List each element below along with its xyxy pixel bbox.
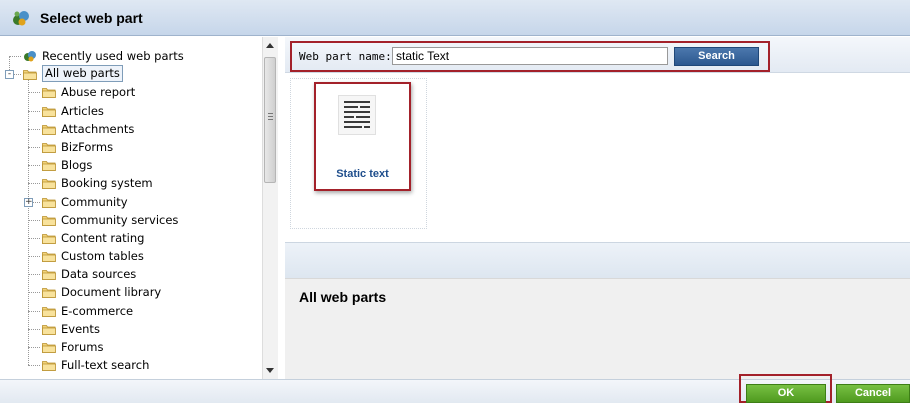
search-button[interactable]: Search [674, 47, 759, 66]
tree-connector-line [28, 165, 40, 167]
tree-item-label: E-commerce [61, 303, 134, 318]
search-bar: Web part name: Search [285, 37, 910, 73]
panel-divider[interactable] [285, 242, 910, 278]
tree-item-label: Recently used web parts [42, 49, 184, 63]
expand-toggle-icon[interactable]: + [24, 197, 33, 207]
tree-connector-line [28, 256, 40, 258]
folder-icon [42, 161, 56, 172]
folder-icon [42, 361, 56, 372]
webpart-category-tree-panel: Recently used web parts - All web parts Abu… [0, 37, 278, 379]
tree-connector-line [28, 310, 40, 312]
tree-connector-line [28, 347, 40, 348]
tree-item-community[interactable]: + Community [6, 193, 262, 211]
folder-icon [42, 88, 56, 99]
tree-item-abuse-report[interactable]: Abuse report [6, 83, 262, 101]
tree-connector-line [28, 92, 40, 94]
tree-connector-line [28, 128, 40, 130]
results-grid: Static text [290, 78, 427, 229]
tree-item-label: Full-text search [61, 358, 150, 373]
folder-icon [23, 70, 37, 81]
ok-button[interactable]: OK [746, 384, 826, 403]
dialog-titlebar: Select web part [0, 0, 910, 36]
tree-connector-line [28, 292, 40, 294]
tree-item-label: Articles [61, 103, 104, 118]
folder-icon [42, 252, 56, 262]
folder-icon [42, 197, 56, 208]
tree-item-full-text-search[interactable]: Full-text search [6, 356, 262, 374]
description-title: All web parts [299, 289, 387, 305]
tree-item-label: Data sources [61, 267, 137, 282]
scrollbar-thumb[interactable] [264, 57, 276, 183]
tree-item-forums[interactable]: Forums [6, 338, 262, 356]
tree-item-articles[interactable]: Articles [6, 102, 262, 120]
tree-item-events[interactable]: Events [6, 320, 262, 338]
recent-webparts-icon [24, 51, 36, 62]
static-text-webpart-icon [338, 95, 376, 135]
folder-icon [42, 106, 56, 117]
tree-item-attachments[interactable]: Attachments [6, 120, 262, 138]
tree-item-data-sources[interactable]: Data sources [6, 265, 262, 283]
tree-connector-line [28, 365, 40, 367]
category-tree: Recently used web parts - All web parts Abu… [5, 47, 262, 374]
folder-icon [42, 233, 56, 244]
tree-connector-line [9, 56, 21, 57]
tree-connector-line [28, 237, 40, 239]
cancel-button[interactable]: Cancel [836, 384, 910, 403]
webpart-tile-label: Static text [336, 168, 389, 180]
description-panel: All web parts [285, 278, 910, 379]
tree-connector-line [28, 183, 40, 185]
tree-item-document-library[interactable]: Document library [6, 283, 262, 301]
tree-item-label: Blogs [61, 158, 93, 173]
webpart-name-input[interactable] [392, 47, 668, 65]
scroll-up-arrow-icon[interactable] [266, 43, 274, 48]
tree-item-blogs[interactable]: Blogs [6, 156, 262, 174]
grip-line [268, 119, 273, 120]
folder-icon [42, 306, 56, 317]
webpart-name-label: Web part name: [299, 50, 392, 63]
folder-icon [42, 343, 56, 353]
folder-icon [42, 270, 56, 281]
tree-scrollbar[interactable] [262, 37, 278, 379]
grip-line [268, 116, 273, 117]
collapse-toggle-icon[interactable]: - [5, 70, 14, 80]
folder-icon [42, 324, 56, 335]
tree-item-label: Document library [61, 285, 162, 300]
scroll-down-arrow-icon[interactable] [266, 368, 274, 373]
tree-item-label: Attachments [61, 121, 135, 136]
webpart-tile-static-text[interactable]: Static text [314, 82, 411, 191]
tree-item-label: Community [61, 194, 128, 209]
folder-icon [42, 288, 56, 299]
tree-item-all-web-parts[interactable]: - All web parts [5, 65, 262, 83]
tree-item-recently-used-web-parts[interactable]: Recently used web parts [6, 47, 262, 65]
tree-connector-line [28, 110, 40, 112]
tree-item-content-rating[interactable]: Content rating [6, 229, 262, 247]
tree-item-label: Booking system [61, 176, 153, 191]
tree-item-label: Events [61, 321, 100, 336]
tree-item-label: All web parts [42, 65, 123, 83]
grip-line [268, 113, 273, 114]
tree-connector-line [28, 274, 40, 276]
tree-item-label: BizForms [61, 139, 114, 154]
kentico-logo-icon [13, 11, 29, 26]
tree-item-custom-tables[interactable]: Custom tables [6, 247, 262, 265]
tree-item-label: Forums [61, 340, 104, 354]
folder-icon [42, 124, 56, 135]
folder-icon [42, 179, 56, 190]
tree-item-e-commerce[interactable]: E-commerce [6, 302, 262, 320]
tree-connector-line [28, 328, 40, 330]
folder-icon [42, 215, 56, 226]
tree-item-label: Community services [61, 212, 179, 227]
tree-item-label: Content rating [61, 230, 145, 245]
dialog-title: Select web part [40, 10, 143, 26]
tree-item-label: Custom tables [61, 249, 144, 264]
tree-connector-line [28, 146, 40, 148]
folder-icon [42, 143, 56, 153]
tree-item-label: Abuse report [61, 85, 136, 100]
tree-connector-line [28, 219, 40, 221]
tree-item-community-services[interactable]: Community services [6, 211, 262, 229]
tree-item-bizforms[interactable]: BizForms [6, 138, 262, 156]
tree-item-booking-system[interactable]: Booking system [6, 174, 262, 192]
webpart-results-panel: Web part name: Search Static text All we… [285, 37, 910, 379]
